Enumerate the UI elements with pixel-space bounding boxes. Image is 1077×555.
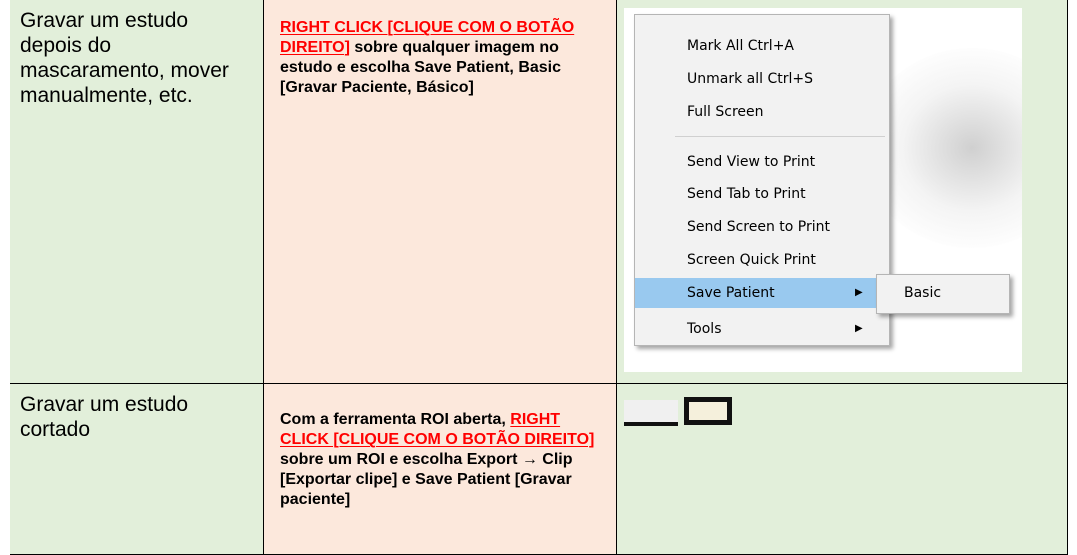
menu-item-full-screen[interactable]: Full Screen xyxy=(635,97,889,127)
menu-item-mark-all[interactable]: Mark All Ctrl+A xyxy=(635,31,889,61)
thumbnail-window xyxy=(684,397,732,425)
submenu-item-basic[interactable]: Basic xyxy=(904,285,941,301)
row2-instruction-text: sobre um ROI e escolha Export → Clip [Ex… xyxy=(280,451,573,508)
row2-instruction-pre: Com a ferramenta ROI aberta, xyxy=(280,411,511,428)
row2-label-cell: Gravar um estudo cortado xyxy=(10,384,264,555)
menu-item-label: Send View to Print xyxy=(687,154,816,170)
thumbnail-strip xyxy=(624,400,678,426)
menu-item-label: Send Tab to Print xyxy=(687,186,806,202)
context-menu: Mark All Ctrl+A Unmark all Ctrl+S Full S… xyxy=(634,14,890,346)
menu-item-label: Save Patient xyxy=(687,285,775,301)
menu-item-send-view-to-print[interactable]: Send View to Print xyxy=(635,147,889,177)
menu-item-label: Unmark all Ctrl+S xyxy=(687,71,813,87)
chevron-right-icon: ▶ xyxy=(855,323,863,334)
menu-item-label: Mark All Ctrl+A xyxy=(687,38,794,54)
row1-instruction: RIGHT CLICK [CLIQUE COM O BOTÃO DIREITO]… xyxy=(264,0,616,98)
menu-item-send-screen-to-print[interactable]: Send Screen to Print xyxy=(635,212,889,242)
menu-item-label: Send Screen to Print xyxy=(687,219,831,235)
menu-item-screen-quick-print[interactable]: Screen Quick Print xyxy=(635,245,889,275)
row1-instruction-cell: RIGHT CLICK [CLIQUE COM O BOTÃO DIREITO]… xyxy=(264,0,617,384)
row2-label: Gravar um estudo cortado xyxy=(20,393,189,441)
row2-instruction: Com a ferramenta ROI aberta, RIGHT CLICK… xyxy=(264,384,616,510)
menu-item-tools[interactable]: Tools ▶ xyxy=(635,314,889,344)
menu-item-label: Full Screen xyxy=(687,104,764,120)
menu-item-send-tab-to-print[interactable]: Send Tab to Print xyxy=(635,179,889,209)
menu-separator xyxy=(675,136,885,137)
chevron-right-icon: ▶ xyxy=(855,287,863,298)
row2-instruction-cell: Com a ferramenta ROI aberta, RIGHT CLICK… xyxy=(264,384,617,555)
row1-label: Gravar um estudo depois do mascaramento,… xyxy=(20,9,229,107)
menu-item-label: Screen Quick Print xyxy=(687,252,816,268)
menu-item-unmark-all[interactable]: Unmark all Ctrl+S xyxy=(635,64,889,94)
submenu: Basic xyxy=(876,274,1010,314)
menu-item-save-patient[interactable]: Save Patient ▶ xyxy=(635,278,889,308)
row1-label-cell: Gravar um estudo depois do mascaramento,… xyxy=(10,0,264,384)
menu-item-label: Tools xyxy=(687,321,722,337)
context-menu-screenshot: Mark All Ctrl+A Unmark all Ctrl+S Full S… xyxy=(624,8,1022,372)
